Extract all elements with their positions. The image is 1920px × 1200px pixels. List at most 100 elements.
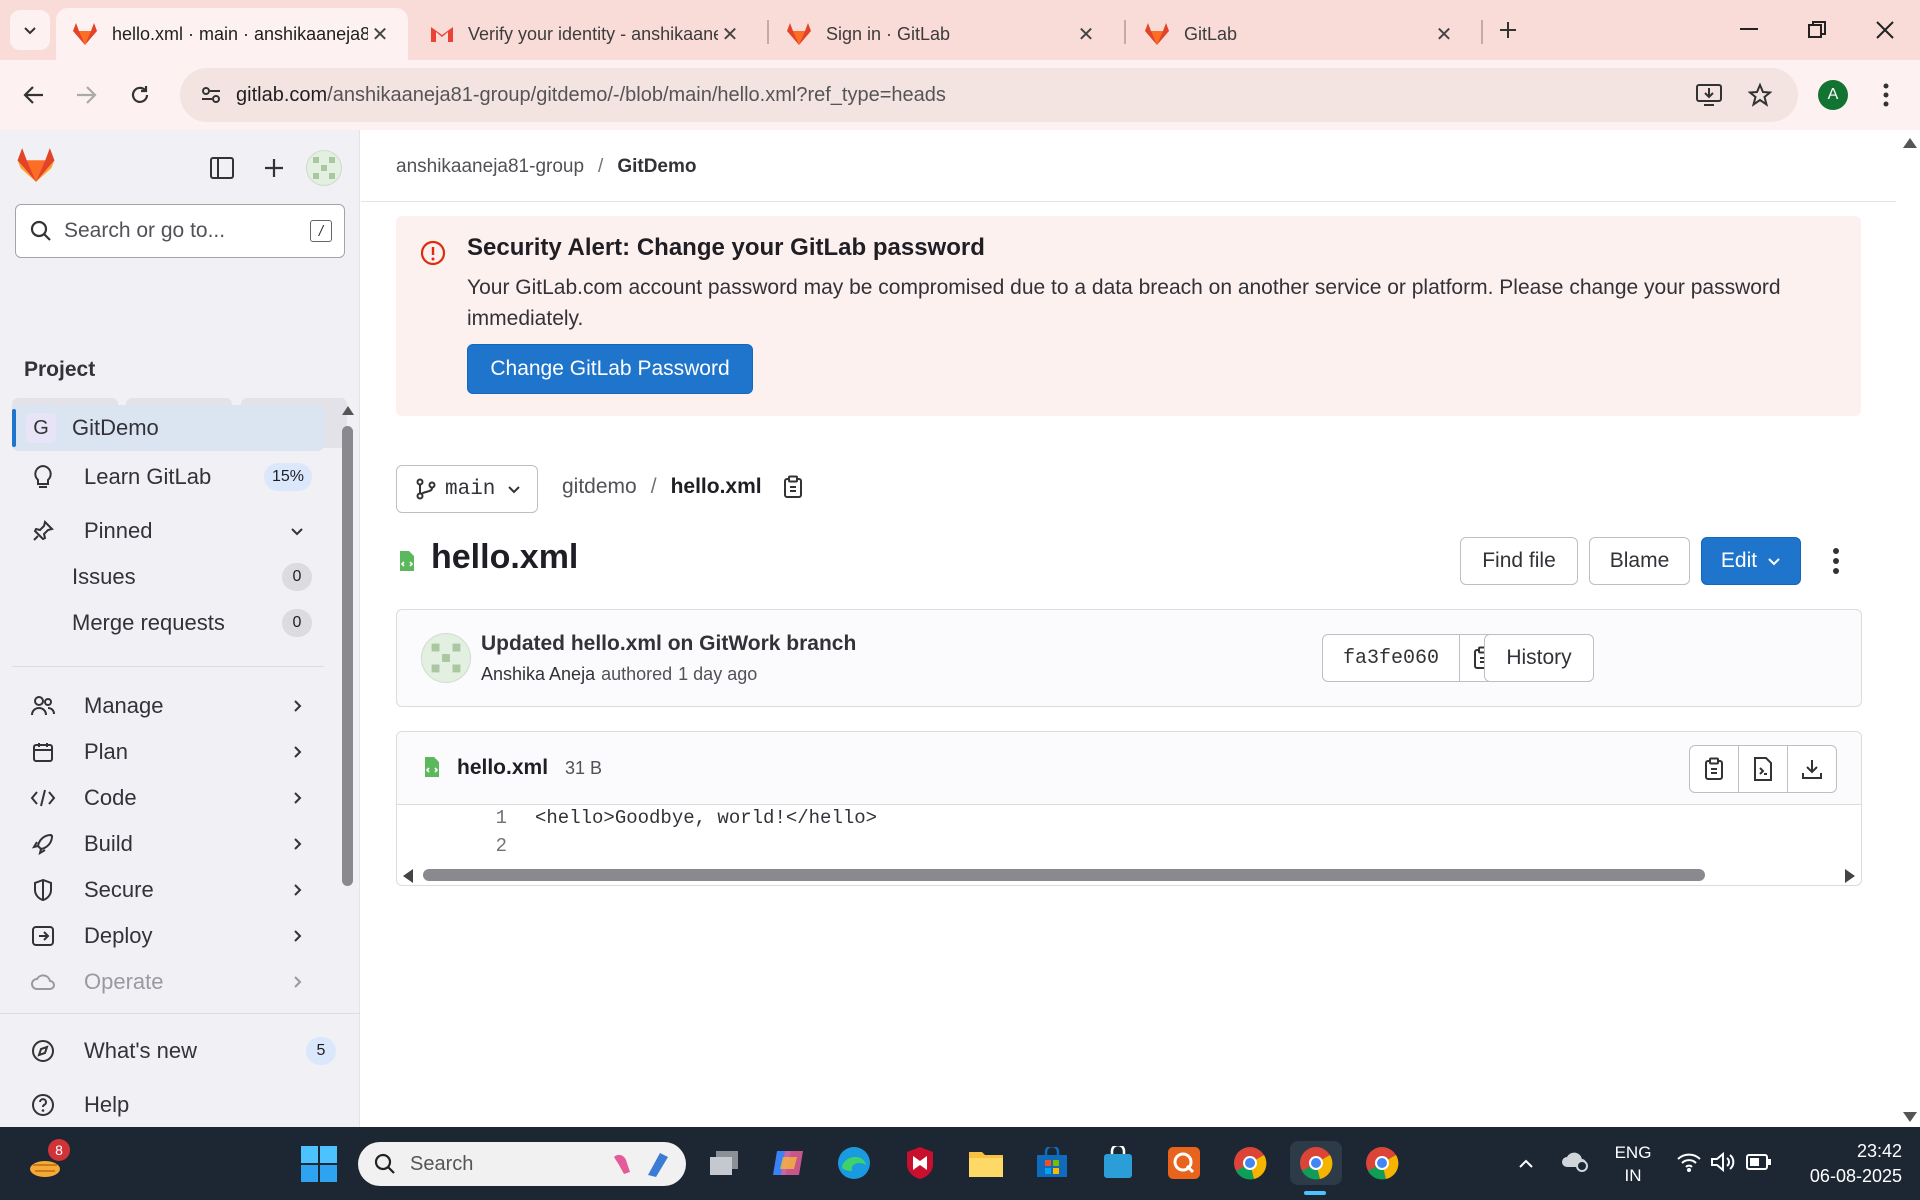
edit-label: Edit	[1720, 549, 1758, 572]
scroll-up-arrow-icon[interactable]	[342, 406, 354, 415]
network-tray[interactable]	[1676, 1151, 1702, 1173]
toggle-sidebar-button[interactable]	[206, 152, 238, 184]
search-input[interactable]: Search or go to... /	[15, 204, 345, 258]
close-window-button[interactable]	[1858, 10, 1912, 50]
chevron-down-icon	[507, 482, 521, 496]
scroll-left-arrow-icon[interactable]	[403, 869, 413, 883]
user-avatar[interactable]	[306, 150, 342, 186]
restore-window-button[interactable]	[1790, 10, 1844, 50]
volume-tray[interactable]	[1710, 1151, 1736, 1173]
taskbar-chrome-profile-3[interactable]	[1360, 1141, 1404, 1185]
horizontal-scrollbar[interactable]	[397, 865, 1861, 885]
commit-author-link[interactable]: Anshika Aneja	[481, 664, 595, 685]
sidebar-item-deploy[interactable]: Deploy	[12, 913, 324, 959]
taskbar-chrome-profile-1[interactable]	[1228, 1141, 1272, 1185]
sidebar-item-help[interactable]: Help	[12, 1082, 324, 1128]
sidebar-item-secure[interactable]: Secure	[12, 867, 324, 913]
sidebar-item-label: Pinned	[84, 518, 153, 543]
repo-link[interactable]: gitdemo	[562, 475, 637, 499]
profile-avatar[interactable]: A	[1818, 80, 1848, 110]
sidebar-item-code[interactable]: Code	[12, 775, 324, 821]
address-bar[interactable]: gitlab.com/anshikaaneja81-group/gitdemo/…	[180, 68, 1798, 122]
history-button[interactable]: History	[1484, 634, 1594, 682]
taskbar-edge[interactable]	[832, 1141, 876, 1185]
browser-menu-button[interactable]	[1874, 80, 1898, 110]
taskbar-app-q[interactable]	[1162, 1141, 1206, 1185]
new-tab-button[interactable]	[1490, 12, 1526, 48]
sidebar-item-learn-gitlab[interactable]: Learn GitLab 15%	[12, 454, 324, 500]
commit-message-link[interactable]: Updated hello.xml on GitWork branch	[481, 632, 856, 656]
sidebar-item-label: Plan	[84, 739, 129, 764]
sidebar-item-project[interactable]: G GitDemo	[12, 405, 324, 451]
sidebar-item-plan[interactable]: Plan	[12, 729, 324, 775]
sidebar-item-issues[interactable]: Issues 0	[12, 554, 324, 600]
forward-button[interactable]	[66, 75, 106, 115]
branch-selector[interactable]: main	[396, 465, 538, 513]
copy-path-icon[interactable]	[782, 475, 804, 499]
blame-button[interactable]: Blame	[1589, 537, 1690, 585]
site-settings-icon[interactable]	[200, 84, 222, 106]
browser-tab[interactable]: Verify your identity - anshikaaneja81 ✕	[414, 8, 758, 60]
edit-dropdown-button[interactable]: Edit	[1701, 537, 1801, 585]
sidebar-item-build[interactable]: Build	[12, 821, 324, 867]
line-number[interactable]: 2	[397, 835, 507, 863]
deploy-icon	[28, 925, 58, 947]
taskbar-mcafee[interactable]	[898, 1141, 942, 1185]
tab-list-dropdown-button[interactable]	[10, 10, 50, 50]
taskbar-app-blue[interactable]	[1096, 1141, 1140, 1185]
battery-tray[interactable]	[1746, 1153, 1772, 1171]
browser-tab[interactable]: Sign in · GitLab ✕	[770, 8, 1114, 60]
create-new-button[interactable]	[258, 152, 290, 184]
bookmark-star-icon[interactable]	[1748, 83, 1772, 107]
sidebar-item-manage[interactable]: Manage	[12, 683, 324, 729]
taskbar-search[interactable]: Search	[358, 1142, 686, 1186]
scroll-right-arrow-icon[interactable]	[1845, 869, 1855, 883]
open-raw-button[interactable]	[1739, 746, 1788, 792]
find-file-button[interactable]: Find file	[1460, 537, 1578, 585]
scrollbar-thumb[interactable]	[342, 426, 353, 886]
author-avatar[interactable]	[421, 633, 471, 683]
show-hidden-icons-button[interactable]	[1514, 1151, 1538, 1175]
browser-toolbar: gitlab.com/anshikaaneja81-group/gitdemo/…	[0, 60, 1920, 130]
close-icon[interactable]: ✕	[368, 22, 392, 46]
sidebar-section-pinned[interactable]: Pinned	[12, 508, 324, 554]
minimize-window-button[interactable]	[1722, 10, 1776, 50]
file-name-link[interactable]: hello.xml	[671, 475, 762, 499]
breadcrumb-project-link[interactable]: GitDemo	[617, 156, 696, 178]
reload-button[interactable]	[120, 75, 160, 115]
gitlab-logo[interactable]	[16, 146, 56, 184]
page-scroll-down-arrow-icon[interactable]	[1903, 1112, 1917, 1122]
close-icon[interactable]: ✕	[718, 22, 742, 46]
copy-contents-button[interactable]	[1690, 746, 1739, 792]
commit-sha[interactable]: fa3fe060	[1322, 634, 1460, 682]
page-scroll-up-arrow-icon[interactable]	[1903, 138, 1917, 148]
sidebar-item-label: What's new	[84, 1038, 198, 1063]
language-indicator[interactable]: ENG IN	[1610, 1141, 1656, 1187]
sidebar-item-operate[interactable]: Operate	[12, 959, 324, 1005]
taskbar-copilot[interactable]	[766, 1141, 810, 1185]
download-button[interactable]	[1788, 746, 1836, 792]
taskbar-chrome-profile-2-active[interactable]	[1290, 1141, 1342, 1185]
browser-tab[interactable]: GitLab ✕	[1128, 8, 1472, 60]
active-app-indicator	[1304, 1191, 1326, 1195]
close-icon[interactable]: ✕	[1074, 22, 1098, 46]
more-actions-button[interactable]	[1823, 543, 1849, 579]
install-app-icon[interactable]	[1696, 83, 1722, 107]
scrollbar-thumb[interactable]	[423, 869, 1705, 881]
close-icon[interactable]: ✕	[1432, 22, 1456, 46]
sidebar-item-merge-requests[interactable]: Merge requests 0	[12, 600, 324, 646]
onedrive-tray[interactable]	[1560, 1149, 1590, 1173]
clock-time: 23:42	[1856, 1141, 1902, 1161]
line-number[interactable]: 1	[397, 807, 507, 835]
sidebar-item-whats-new[interactable]: What's new 5	[12, 1028, 348, 1074]
taskbar-task-view[interactable]	[702, 1141, 746, 1185]
taskbar-file-explorer[interactable]	[964, 1141, 1008, 1185]
breadcrumb-group-link[interactable]: anshikaaneja81-group	[396, 156, 584, 178]
taskbar-microsoft-store[interactable]	[1030, 1141, 1074, 1185]
change-password-button[interactable]: Change GitLab Password	[467, 344, 753, 394]
widgets-button[interactable]: 8	[24, 1139, 70, 1185]
start-button[interactable]	[300, 1145, 338, 1183]
clock[interactable]: 23:42 06-08-2025	[1790, 1139, 1902, 1189]
back-button[interactable]	[14, 75, 54, 115]
browser-tab-active[interactable]: hello.xml · main · anshikaaneja81-group …	[56, 8, 408, 60]
